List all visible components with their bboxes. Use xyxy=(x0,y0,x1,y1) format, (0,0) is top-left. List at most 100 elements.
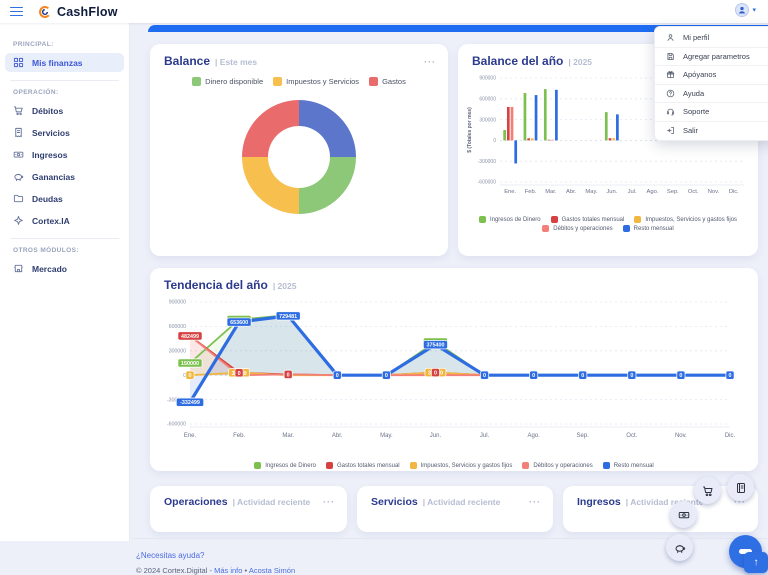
svg-text:Ago.: Ago. xyxy=(647,189,659,195)
sidebar-section-label: OPERACIÓN: xyxy=(13,89,129,96)
operations-card-menu[interactable]: ··· xyxy=(323,497,335,507)
svg-text:900000: 900000 xyxy=(169,300,186,306)
svg-text:Jun.: Jun. xyxy=(606,189,617,195)
sidebar-item-label: Débitos xyxy=(32,106,63,116)
legend-item-resto-mensual[interactable]: Resto mensual xyxy=(623,225,674,232)
menu-item-label: Agregar parametros xyxy=(683,52,750,61)
svg-text:900000: 900000 xyxy=(479,76,496,82)
svg-text:600000: 600000 xyxy=(169,324,186,330)
services-card-subtitle: | Actividad reciente xyxy=(423,497,501,507)
sidebar-item-debitos[interactable]: Débitos xyxy=(5,101,124,120)
cash-fab[interactable] xyxy=(670,501,697,528)
legend-item-debitos-y-operaciones[interactable]: Débitos y operaciones xyxy=(522,462,592,469)
svg-text:Oct.: Oct. xyxy=(688,189,699,195)
legend-label: Impuestos y Servicios xyxy=(286,77,359,86)
cart-icon xyxy=(702,485,714,497)
svg-text:Abr.: Abr. xyxy=(566,189,577,195)
legend-item-gastos-totales-mensual[interactable]: Gastos totales mensual xyxy=(551,216,625,223)
balance-year-card-title: Balance del año xyxy=(472,54,563,68)
sidebar-item-mis-finanzas[interactable]: Mis finanzas xyxy=(5,53,124,72)
legend-item-impuestos-y-servicios[interactable]: Impuestos y Servicios xyxy=(273,77,359,86)
menu-item-agregar-parametros[interactable]: Agregar parametros xyxy=(655,47,768,66)
sidebar-item-deudas[interactable]: Deudas xyxy=(5,189,124,208)
menu-item-label: Mi perfil xyxy=(683,33,709,42)
piggy-icon xyxy=(13,171,24,182)
svg-text:150000: 150000 xyxy=(181,361,199,367)
user-avatar-icon xyxy=(735,3,749,17)
sidebar-item-mercado[interactable]: Mercado xyxy=(5,259,124,278)
logout-icon xyxy=(666,126,675,135)
svg-text:Jul.: Jul. xyxy=(480,433,490,439)
piggy-bank-fab[interactable] xyxy=(666,534,693,561)
svg-text:653600: 653600 xyxy=(230,320,248,326)
app-header: CashFlow xyxy=(0,0,768,23)
balance-card-menu[interactable]: ··· xyxy=(424,57,436,67)
svg-text:Dic.: Dic. xyxy=(725,433,736,439)
svg-text:300000: 300000 xyxy=(479,117,496,123)
legend-swatch xyxy=(542,225,549,232)
svg-text:0: 0 xyxy=(434,371,437,377)
legend-item-gastos-totales-mensual[interactable]: Gastos totales mensual xyxy=(326,462,400,469)
legend-item-gastos[interactable]: Gastos xyxy=(369,77,406,86)
sparkle-icon xyxy=(13,215,24,226)
balance-chart-legend: Dinero disponible Impuestos y Servicios Ga… xyxy=(150,77,448,86)
balance-year-card-subtitle: | 2025 xyxy=(568,57,592,67)
legend-item-dinero-disponible[interactable]: Dinero disponible xyxy=(192,77,263,86)
legend-label: Ingresos de Dinero xyxy=(265,463,316,469)
sidebar-item-ingresos[interactable]: Ingresos xyxy=(5,145,124,164)
brand-logo[interactable]: CashFlow xyxy=(38,5,118,19)
svg-text:0: 0 xyxy=(679,373,682,379)
user-avatar-button[interactable]: ▾ xyxy=(735,3,756,17)
menu-item-salir[interactable]: Salir xyxy=(655,121,768,140)
sidebar-item-label: Mis finanzas xyxy=(32,58,83,68)
svg-text:Feb.: Feb. xyxy=(233,433,245,439)
services-card: Servicios | Actividad reciente ··· xyxy=(357,486,553,532)
piggy-bank-icon xyxy=(674,542,686,554)
user-dropdown-menu: Mi perfil Agregar parametros ApóyanosAyuda… xyxy=(654,26,768,141)
services-card-title: Servicios xyxy=(371,496,418,508)
more-info-link[interactable]: Más info xyxy=(214,566,242,575)
cash-icon xyxy=(13,149,24,160)
menu-item-ayuda[interactable]: Ayuda xyxy=(655,84,768,103)
sidebar-item-ganancias[interactable]: Ganancias xyxy=(5,167,124,186)
scroll-top-button[interactable]: ↑ xyxy=(744,552,768,573)
svg-text:0: 0 xyxy=(287,372,290,378)
copyright-text: © 2024 Cortex.Digital - Más info • Acost… xyxy=(136,566,768,575)
menu-item-label: Salir xyxy=(683,126,698,135)
menu-item-mi-perfil[interactable]: Mi perfil xyxy=(655,28,768,47)
menu-item-apoyanos[interactable]: Apóyanos xyxy=(655,65,768,84)
sidebar-item-cortex-ia[interactable]: Cortex.IA xyxy=(5,211,124,230)
balance-card-title: Balance xyxy=(164,54,210,68)
svg-text:-600000: -600000 xyxy=(478,180,497,186)
gift-icon xyxy=(666,70,675,79)
legend-swatch xyxy=(623,225,630,232)
journal-fab[interactable] xyxy=(727,474,754,501)
legend-swatch xyxy=(551,216,558,223)
svg-text:300000: 300000 xyxy=(169,349,186,355)
menu-icon[interactable] xyxy=(10,7,23,17)
cart-fab[interactable] xyxy=(694,477,721,504)
menu-item-soporte[interactable]: Soporte xyxy=(655,102,768,121)
sidebar-item-label: Mercado xyxy=(32,264,67,274)
help-link[interactable]: ¿Necesitas ayuda? xyxy=(136,551,204,560)
services-card-menu[interactable]: ··· xyxy=(529,497,541,507)
legend-item-debitos-y-operaciones[interactable]: Débitos y operaciones xyxy=(542,225,612,232)
legend-label: Impuestos, Servicios y gastos fijos xyxy=(421,463,513,469)
legend-item-ingresos-de-dinero[interactable]: Ingresos de Dinero xyxy=(254,462,316,469)
legend-swatch xyxy=(254,462,261,469)
svg-text:Sep.: Sep. xyxy=(577,433,590,439)
legend-item-resto-mensual[interactable]: Resto mensual xyxy=(603,462,654,469)
legend-item-impuestos-servicios-y-gastos-fijos[interactable]: Impuestos, Servicios y gastos fijos xyxy=(634,216,737,223)
grid-icon xyxy=(13,57,24,68)
sidebar-item-servicios[interactable]: Servicios xyxy=(5,123,124,142)
svg-text:-300000: -300000 xyxy=(478,159,497,165)
save-icon xyxy=(666,52,675,61)
svg-text:0: 0 xyxy=(630,373,633,379)
sidebar-divider xyxy=(10,80,119,81)
legend-item-ingresos-de-dinero[interactable]: Ingresos de Dinero xyxy=(479,216,541,223)
legend-item-impuestos-servicios-y-gastos-fijos[interactable]: Impuestos, Servicios y gastos fijos xyxy=(410,462,513,469)
trend-card-subtitle: | 2025 xyxy=(273,281,297,291)
svg-text:May.: May. xyxy=(585,189,598,195)
operations-card-title: Operaciones xyxy=(164,496,228,508)
author-link[interactable]: Acosta Simón xyxy=(249,566,295,575)
